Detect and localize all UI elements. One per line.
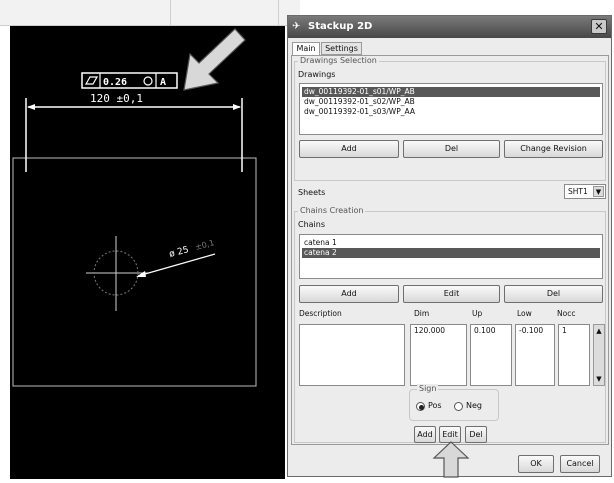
diameter-tolerance-text: ±0,1 <box>194 238 215 252</box>
sign-neg-label: Neg <box>466 401 482 410</box>
col-up: Up <box>472 309 483 318</box>
vertical-scrollbar[interactable]: ▲ ▼ <box>593 324 605 386</box>
up-field[interactable]: 0.100 <box>470 324 512 386</box>
callout-arrow <box>432 441 470 478</box>
list-item[interactable]: dw_00119392-01_s02/WP_AB <box>302 97 600 107</box>
dimension-arrow-right <box>233 104 241 110</box>
chains-creation-legend: Chains Creation <box>298 206 366 216</box>
add-drawing-button[interactable]: Add <box>299 140 399 158</box>
add-chain-button[interactable]: Add <box>299 285 399 303</box>
chains-label: Chains <box>298 220 326 229</box>
part-outline <box>12 157 257 387</box>
stackup-dialog: Stackup 2D ✈ ✕ Main Settings Drawings Se… <box>287 15 612 478</box>
callout-arrow-diagonal <box>183 28 246 91</box>
tab-main-label: Main <box>296 44 316 53</box>
dimension-arrow-left <box>27 104 35 110</box>
del-chain-button[interactable]: Del <box>504 285 603 303</box>
drawings-label: Drawings <box>298 70 336 79</box>
sheets-select[interactable]: SHT1 ▼ <box>564 184 606 199</box>
close-icon[interactable]: ✕ <box>591 19 607 34</box>
sheets-label: Sheets <box>298 188 326 197</box>
cad-window: 120 ±0,1 0.26 A ø 25 ±0,1 <box>0 0 300 479</box>
toolbar-cell <box>170 0 279 26</box>
stackup-app-icon: ✈ <box>292 21 301 32</box>
sign-neg-radio[interactable] <box>454 402 463 411</box>
cancel-button[interactable]: Cancel <box>560 455 600 473</box>
change-revision-button[interactable]: Change Revision <box>504 140 603 158</box>
nocc-field[interactable]: 1 <box>558 324 590 386</box>
sign-pos-radio[interactable] <box>416 402 425 411</box>
sheets-value: SHT1 <box>568 187 588 196</box>
del-drawing-button[interactable]: Del <box>403 140 500 158</box>
sign-pos-label: Pos <box>428 401 442 410</box>
main-tab-panel: Drawings Selection Drawings dw_00119392-… <box>291 55 609 445</box>
gdt-tolerance: 0.26 <box>103 77 127 88</box>
dropdown-arrow-icon[interactable]: ▼ <box>593 186 604 197</box>
chains-list[interactable]: catena 1 catena 2 <box>299 234 603 279</box>
description-field[interactable] <box>299 324 405 386</box>
gdt-datum: A <box>160 77 166 88</box>
ok-button[interactable]: OK <box>518 455 554 473</box>
list-item[interactable]: dw_00119392-01_s03/WP_AA <box>302 107 600 117</box>
low-field[interactable]: -0.100 <box>515 324 555 386</box>
horizontal-dimension-text: 120 ±0,1 <box>90 92 143 105</box>
toolbar-cell <box>0 0 171 26</box>
tab-settings[interactable]: Settings <box>321 42 362 55</box>
dialog-title: Stackup 2D <box>308 21 373 32</box>
scroll-down-icon[interactable]: ▼ <box>595 374 603 384</box>
flatness-symbol-icon <box>84 76 99 85</box>
dim-field[interactable]: 120.000 <box>410 324 467 386</box>
col-description: Description <box>299 309 342 318</box>
list-item[interactable]: catena 2 <box>302 248 600 258</box>
list-item[interactable]: catena 1 <box>302 238 600 248</box>
scroll-up-icon[interactable]: ▲ <box>595 326 603 336</box>
dialog-title-bar[interactable]: Stackup 2D <box>288 16 611 38</box>
list-item[interactable]: dw_00119392-01_s01/WP_AB <box>302 87 600 97</box>
mmc-modifier-icon <box>143 76 153 86</box>
col-dim: Dim <box>414 309 430 318</box>
callout-arrow-up <box>432 441 470 478</box>
drawings-selection-legend: Drawings Selection <box>298 56 379 66</box>
callout-arrow <box>183 28 246 91</box>
sign-legend: Sign <box>417 384 439 394</box>
col-low: Low <box>517 309 532 318</box>
drawings-list[interactable]: dw_00119392-01_s01/WP_AB dw_00119392-01_… <box>299 83 603 135</box>
tab-main[interactable]: Main <box>292 42 320 56</box>
edit-chain-button[interactable]: Edit <box>403 285 500 303</box>
tab-settings-label: Settings <box>325 44 358 53</box>
diameter-dimension-text: ø 25 <box>168 245 190 260</box>
cad-toolbar-strip <box>0 0 300 26</box>
col-nocc: Nocc <box>557 309 576 318</box>
